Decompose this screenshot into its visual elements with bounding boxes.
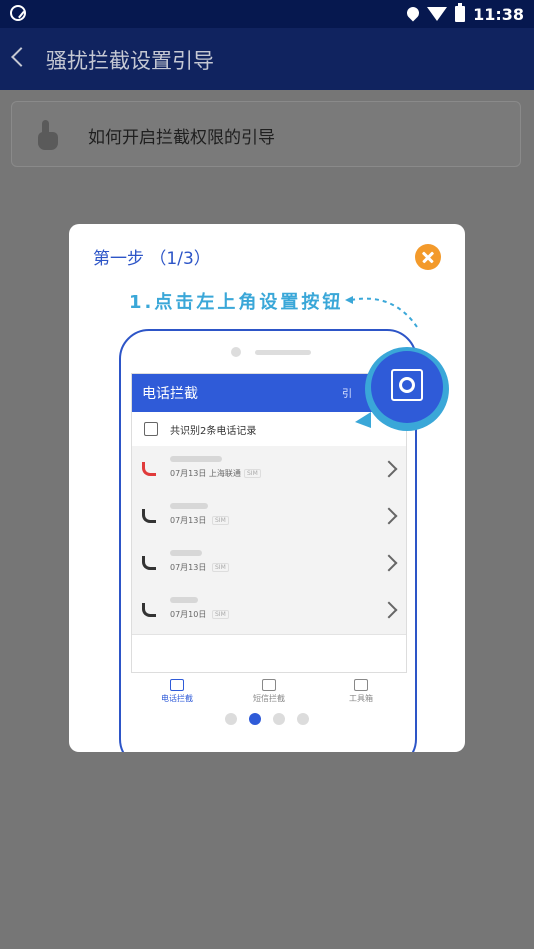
chevron-right-icon — [380, 554, 398, 572]
status-bar-right: 11:38 — [407, 3, 524, 25]
status-bar: 11:38 — [0, 0, 534, 28]
call-row: 07月13日 上海联通 SIM — [132, 446, 406, 494]
chevron-right-icon — [380, 507, 398, 525]
message-icon — [262, 679, 276, 691]
lock-icon — [144, 422, 158, 436]
tip-text: 1.点击左上角设置按钮 — [129, 292, 344, 313]
call-icon — [142, 556, 156, 570]
screen-header-title: 电话拦截 — [142, 386, 198, 402]
nav-item-sms-block: 短信拦截 — [229, 679, 309, 704]
back-icon[interactable] — [11, 47, 31, 67]
sim-tag: SIM — [212, 610, 229, 619]
hand-pointer-icon — [38, 120, 58, 150]
call-date: 07月13日 — [170, 563, 207, 572]
phone-speaker — [255, 350, 311, 355]
blocked-call-icon — [142, 462, 156, 476]
close-button[interactable] — [415, 244, 441, 270]
location-icon — [407, 7, 419, 21]
sim-tag: SIM — [212, 516, 229, 525]
page-indicator — [69, 710, 465, 725]
call-date: 07月10日 — [170, 610, 207, 619]
status-time: 11:38 — [473, 4, 524, 24]
pager-dot[interactable] — [225, 713, 237, 725]
call-row: 07月13日 SIM — [132, 540, 406, 588]
blurred-number — [170, 550, 202, 556]
chevron-right-icon — [380, 460, 398, 478]
blurred-number — [170, 456, 222, 462]
battery-icon — [455, 3, 466, 22]
pager-dot-active[interactable] — [249, 713, 261, 725]
wifi-icon — [427, 7, 448, 21]
pager-dot[interactable] — [273, 713, 285, 725]
call-icon — [142, 603, 156, 617]
navigation-icon — [10, 5, 26, 21]
nav-label: 电话拦截 — [161, 694, 193, 703]
app-bar: 骚扰拦截设置引导 — [0, 28, 534, 90]
gear-icon — [391, 369, 423, 401]
blurred-number — [170, 503, 208, 509]
sim-tag: SIM — [212, 563, 229, 572]
call-date: 07月13日 — [170, 516, 207, 525]
guide-card-text: 如何开启拦截权限的引导 — [88, 128, 275, 148]
chevron-right-icon — [380, 601, 398, 619]
guide-card[interactable]: 如何开启拦截权限的引导 — [11, 101, 521, 167]
phone-bottom-nav: 电话拦截 短信拦截 工具箱 — [131, 673, 407, 715]
phone-camera — [231, 347, 241, 357]
nav-item-toolbox: 工具箱 — [321, 679, 401, 704]
blurred-number — [170, 597, 198, 603]
settings-callout — [365, 347, 449, 431]
screen-header-right: 引 — [342, 389, 352, 400]
step-title: 第一步 （1/3） — [93, 249, 211, 269]
nav-label: 工具箱 — [349, 694, 373, 703]
nav-item-call-block: 电话拦截 — [137, 679, 217, 704]
screen-summary-text: 共识别2条电话记录 — [170, 426, 257, 437]
call-date: 07月13日 上海联通 — [170, 469, 241, 478]
page-title: 骚扰拦截设置引导 — [46, 49, 214, 73]
call-row: 07月10日 SIM — [132, 587, 406, 635]
call-icon — [142, 509, 156, 523]
call-row: 07月13日 SIM — [132, 493, 406, 541]
sim-tag: SIM — [244, 469, 261, 478]
toolbox-icon — [354, 679, 368, 691]
bubble-tail — [355, 412, 371, 428]
pager-dot[interactable] — [297, 713, 309, 725]
phone-icon — [170, 679, 184, 691]
nav-label: 短信拦截 — [253, 694, 285, 703]
guide-modal: 第一步 （1/3） 1.点击左上角设置按钮 电话拦截 引 共识别2条电话记录 0… — [69, 224, 465, 752]
